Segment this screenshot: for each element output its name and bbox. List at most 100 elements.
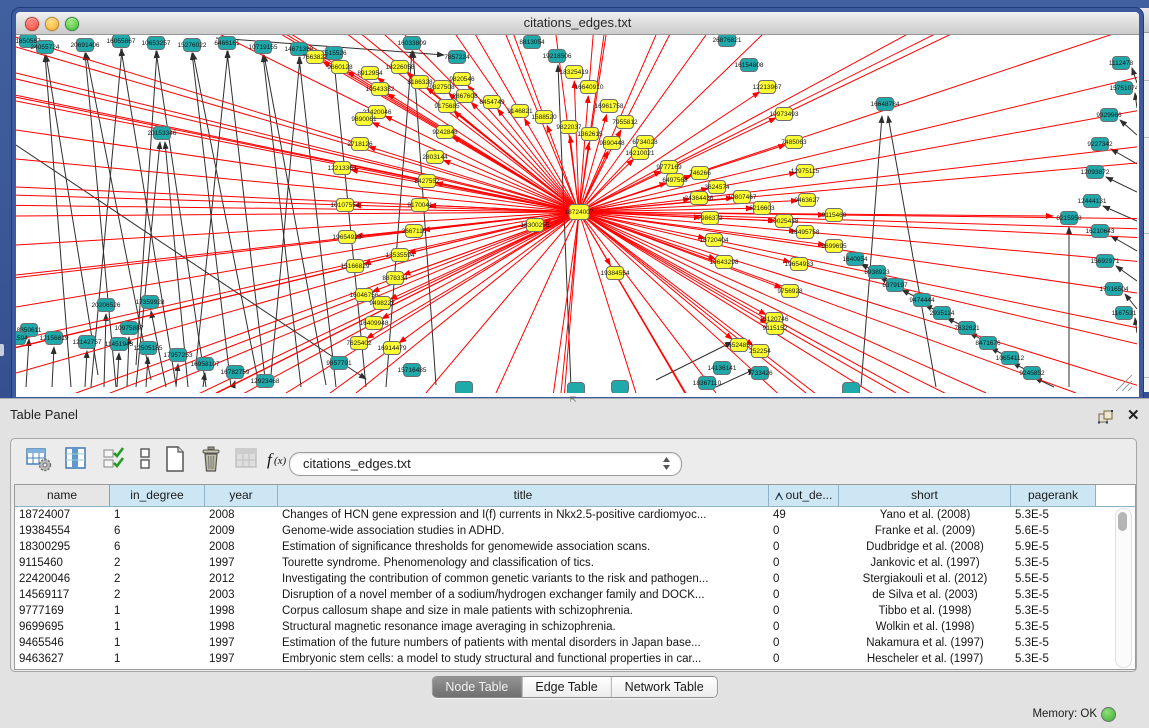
graph-node[interactable] xyxy=(568,383,585,394)
row-height-icon[interactable] xyxy=(131,445,161,475)
red-edge[interactable] xyxy=(669,35,1137,167)
graph-node[interactable]: 16154808 xyxy=(735,59,764,72)
black-edge[interactable] xyxy=(1106,177,1137,192)
graph-node[interactable] xyxy=(843,383,860,394)
graph-node[interactable]: 10643298 xyxy=(710,256,739,269)
column-header-in_degree[interactable]: in_degree xyxy=(110,485,205,506)
graph-node[interactable]: 10807467 xyxy=(728,191,757,204)
delete-column-icon[interactable] xyxy=(197,445,227,475)
graph-node[interactable]: 9245852 xyxy=(1019,367,1045,380)
column-header-name[interactable]: name xyxy=(15,485,110,506)
graph-node[interactable]: 1167531 xyxy=(1112,307,1137,320)
black-edge[interactable] xyxy=(192,53,231,387)
graph-node[interactable]: 9660128 xyxy=(327,61,353,74)
column-header-year[interactable]: year xyxy=(205,485,278,506)
tab-node-table[interactable]: Node Table xyxy=(432,677,522,697)
graph-node[interactable] xyxy=(612,381,629,394)
graph-node[interactable]: 9756928 xyxy=(777,285,803,298)
graph-node[interactable]: 9146821 xyxy=(507,105,533,118)
table-header-row[interactable]: namein_degreeyeartitleout_de...shortpage… xyxy=(15,485,1135,507)
citation-network-graph[interactable]: 1850567240557242069140616055867106532571… xyxy=(16,35,1137,393)
graph-node[interactable]: 6734028 xyxy=(632,136,658,149)
graph-node[interactable]: 2718126 xyxy=(347,138,373,151)
network-view-window[interactable]: citations_edges.txt 18505672405572420691… xyxy=(12,8,1143,402)
graph-node[interactable]: 15716485 xyxy=(398,364,427,377)
graph-node[interactable]: 9115152 xyxy=(763,322,788,335)
graph-node[interactable]: 16055867 xyxy=(107,35,136,48)
red-edge[interactable] xyxy=(699,36,1137,198)
select-rows-icon[interactable] xyxy=(101,445,131,475)
graph-node[interactable]: 16958107 xyxy=(191,358,220,371)
window-titlebar[interactable]: citations_edges.txt xyxy=(16,12,1139,35)
table-body[interactable]: 1872400712008Changes of HCN gene express… xyxy=(15,507,1135,667)
scrollbar-thumb[interactable] xyxy=(1118,512,1127,531)
graph-node[interactable]: 2803144 xyxy=(422,151,448,164)
graph-node[interactable]: 9820546 xyxy=(449,73,475,86)
graph-node[interactable]: 7857224 xyxy=(444,51,470,64)
graph-node[interactable]: 8454749 xyxy=(479,96,505,109)
table-row[interactable]: 977716911998Corpus callosum shape and si… xyxy=(15,603,1135,619)
table-row[interactable]: 946362711997Embryonic stem cells: a mode… xyxy=(15,651,1135,667)
column-header-pagerank[interactable]: pagerank xyxy=(1011,485,1096,506)
table-row[interactable]: 1830029562008Estimation of significance … xyxy=(15,539,1135,555)
graph-node[interactable]: 6497568 xyxy=(662,174,688,187)
table-row[interactable]: 1938455462009Genome-wide association stu… xyxy=(15,523,1135,539)
vertical-scrollbar[interactable] xyxy=(1115,508,1132,668)
graph-node[interactable]: 14136141 xyxy=(708,362,737,375)
graph-node[interactable]: 12213967 xyxy=(753,81,782,94)
graph-node[interactable]: 19654923 xyxy=(333,231,362,244)
black-edge[interactable] xyxy=(1135,318,1137,333)
table-row[interactable]: 1456911722003Disruption of a novel membe… xyxy=(15,587,1135,603)
graph-node[interactable]: 6379197 xyxy=(882,279,908,292)
black-edge[interactable] xyxy=(26,339,29,387)
red-edge[interactable] xyxy=(16,212,579,216)
new-document-icon[interactable] xyxy=(161,445,191,475)
black-edge[interactable] xyxy=(117,353,119,387)
graph-node[interactable]: 26876821 xyxy=(713,35,742,47)
graph-node[interactable]: 12444131 xyxy=(1078,195,1107,208)
table-chooser-dropdown[interactable]: citations_edges.txt xyxy=(289,452,682,476)
graph-node[interactable]: 10653257 xyxy=(142,37,171,50)
red-edge[interactable] xyxy=(579,212,1137,254)
graph-node[interactable]: 9170041 xyxy=(407,199,433,212)
graph-node[interactable]: 16033809 xyxy=(398,37,427,50)
graph-node[interactable]: 16640910 xyxy=(575,81,604,94)
graph-node[interactable]: 8813054 xyxy=(519,36,545,49)
node-table[interactable]: namein_degreeyeartitleout_de...shortpage… xyxy=(14,484,1136,670)
graph-node[interactable]: 1588520 xyxy=(531,111,557,124)
table-row[interactable]: 2242004622012Investigating the contribut… xyxy=(15,571,1135,587)
graph-node[interactable]: 19218506 xyxy=(543,50,572,63)
black-edge[interactable] xyxy=(104,314,106,387)
window-resize-grip[interactable] xyxy=(1116,375,1132,391)
graph-node[interactable]: 15166829 xyxy=(341,260,370,273)
graph-node[interactable]: 7955812 xyxy=(612,116,638,129)
close-panel-icon[interactable]: ✕ xyxy=(1127,406,1140,424)
graph-node[interactable]: 10654112 xyxy=(996,352,1025,365)
table-row[interactable]: 911546021997Tourette syndrome. Phenomeno… xyxy=(15,555,1135,571)
graph-node[interactable]: 20206526 xyxy=(92,299,121,312)
black-edge[interactable] xyxy=(85,351,87,387)
graph-node[interactable]: 9175685 xyxy=(434,100,460,113)
left-panel-splitter-handle[interactable] xyxy=(0,344,4,356)
graph-node[interactable]: 7625402 xyxy=(346,337,372,350)
red-edge[interactable] xyxy=(760,351,1137,393)
panel-splitter-handle[interactable]: ⇱ xyxy=(570,396,577,403)
red-edge[interactable] xyxy=(784,35,1137,114)
graph-node[interactable]: 12142757 xyxy=(73,336,102,349)
graph-node[interactable]: 1112478 xyxy=(1109,57,1134,70)
graph-node[interactable]: 18325419 xyxy=(560,66,589,79)
graph-node[interactable]: 18367110 xyxy=(693,377,722,390)
black-edge[interactable] xyxy=(1116,266,1137,281)
graph-node[interactable]: 3624574 xyxy=(704,181,730,194)
black-edge[interactable] xyxy=(1120,120,1137,135)
graph-node[interactable]: 746266 xyxy=(689,167,711,180)
graph-node[interactable]: 9227342 xyxy=(1087,138,1113,151)
graph-node[interactable]: 9329966 xyxy=(1096,109,1122,122)
table-mode-icon[interactable] xyxy=(25,445,55,475)
red-edge[interactable] xyxy=(640,35,1137,153)
tab-edge-table[interactable]: Edge Table xyxy=(522,677,611,697)
graph-node[interactable]: 8215958 xyxy=(1056,212,1082,225)
graph-node[interactable]: 17016504 xyxy=(1100,283,1129,296)
show-columns-icon[interactable] xyxy=(63,445,93,475)
graph-node[interactable]: 2935114 xyxy=(930,307,955,320)
